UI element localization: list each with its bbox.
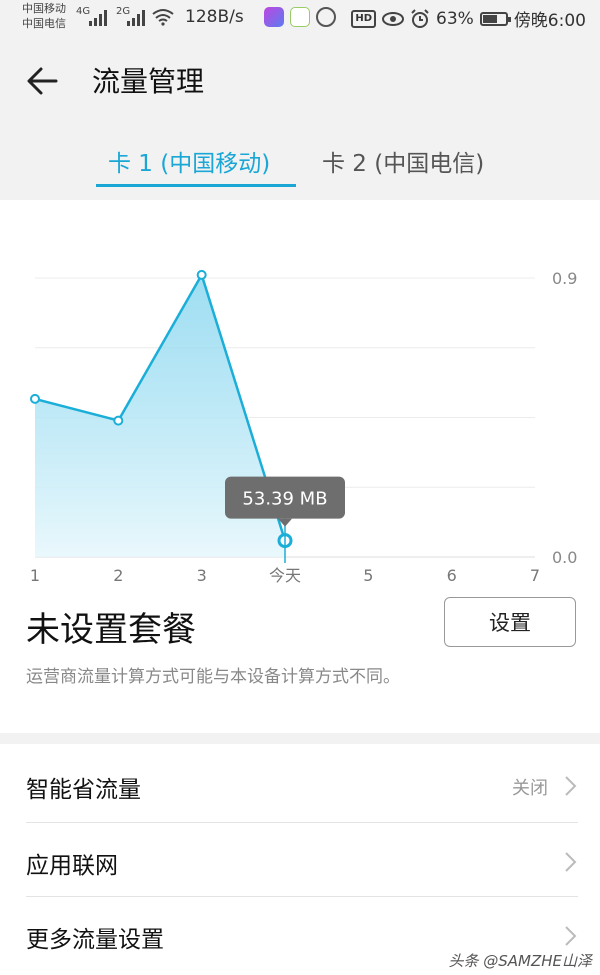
tooltip-label: 53.39 MB [242, 489, 327, 510]
chevron-right-icon [565, 776, 577, 796]
watermark: 头条 @SAMZHE山泽 [448, 952, 592, 970]
status-right: HD 63% 傍晚6:00 [351, 6, 586, 31]
x-tick-label: 6 [447, 566, 457, 585]
x-tick-label: 1 [30, 566, 40, 585]
list-item-smart-saver[interactable]: 智能省流量 关闭 [0, 748, 600, 822]
set-plan-button[interactable]: 设置 [444, 597, 576, 647]
y-tick-label: 0.0 [552, 548, 577, 567]
list-item-app-network[interactable]: 应用联网 [0, 824, 600, 898]
carrier-2: 中国电信 [22, 17, 66, 30]
data-point [196, 269, 207, 280]
y-tick-label: 0.9 [552, 269, 577, 288]
plan-title: 未设置套餐 [26, 610, 196, 650]
wifi-icon [152, 9, 174, 26]
app-notification-icon [264, 7, 284, 27]
usage-card: 0.9 0.0 1 2 3 今天 5 6 7 53.39 MB 未设置套餐 设置 运营商流量计算方… [0, 200, 600, 733]
list-item-label: 更多流量设置 [26, 927, 164, 953]
battery-percent: 63% [436, 8, 474, 29]
carrier-note: 运营商流量计算方式可能与本设备计算方式不同。 [26, 667, 400, 687]
hd-icon: HD [351, 9, 377, 28]
tab-sim-2[interactable]: 卡 2 (中国电信) [322, 144, 484, 178]
back-arrow-icon[interactable] [26, 64, 60, 98]
data-point [30, 393, 40, 404]
app-notification-icon [290, 7, 310, 27]
page-title: 流量管理 [92, 65, 205, 98]
status-bar: 中国移动 中国电信 4G 2G 128B/s HD 63% 傍晚6:00 [0, 0, 600, 36]
list-item-value: 关闭 [512, 778, 548, 799]
list-item-label: 智能省流量 [26, 777, 141, 803]
tab-sim-1[interactable]: 卡 1 (中国移动) [108, 144, 270, 178]
usage-chart: 0.9 0.0 1 2 3 今天 5 6 7 53.39 MB [30, 269, 578, 585]
eye-icon [382, 11, 405, 26]
chevron-right-icon [565, 852, 577, 872]
sim-tabs: 卡 1 (中国移动) 卡 2 (中国电信) [0, 128, 600, 198]
app-header: 流量管理 [0, 36, 600, 126]
list-item-label: 应用联网 [26, 853, 118, 879]
clock: 傍晚6:00 [513, 11, 586, 31]
x-tick-label: 3 [197, 566, 207, 585]
x-tick-label: 今天 [269, 566, 301, 585]
divider [26, 896, 578, 897]
x-tick-label: 2 [113, 566, 123, 585]
settings-list: 智能省流量 关闭 应用联网 更多流量设置 头条 @SAMZHE山泽 [0, 744, 600, 975]
signal-bars-icon [89, 10, 107, 26]
chevron-right-icon [565, 926, 577, 946]
carrier-names: 中国移动 中国电信 [22, 1, 66, 31]
alarm-icon [411, 8, 429, 28]
divider [26, 822, 578, 823]
x-tick-label: 5 [363, 566, 373, 585]
app-notification-icon [316, 7, 336, 27]
network-speed: 128B/s [185, 7, 244, 27]
signal-bars-icon [127, 10, 145, 26]
data-point [113, 415, 124, 426]
x-tick-label: 7 [530, 566, 540, 585]
tab-indicator [96, 184, 296, 187]
carrier-1: 中国移动 [22, 2, 66, 15]
battery-icon [479, 11, 511, 26]
